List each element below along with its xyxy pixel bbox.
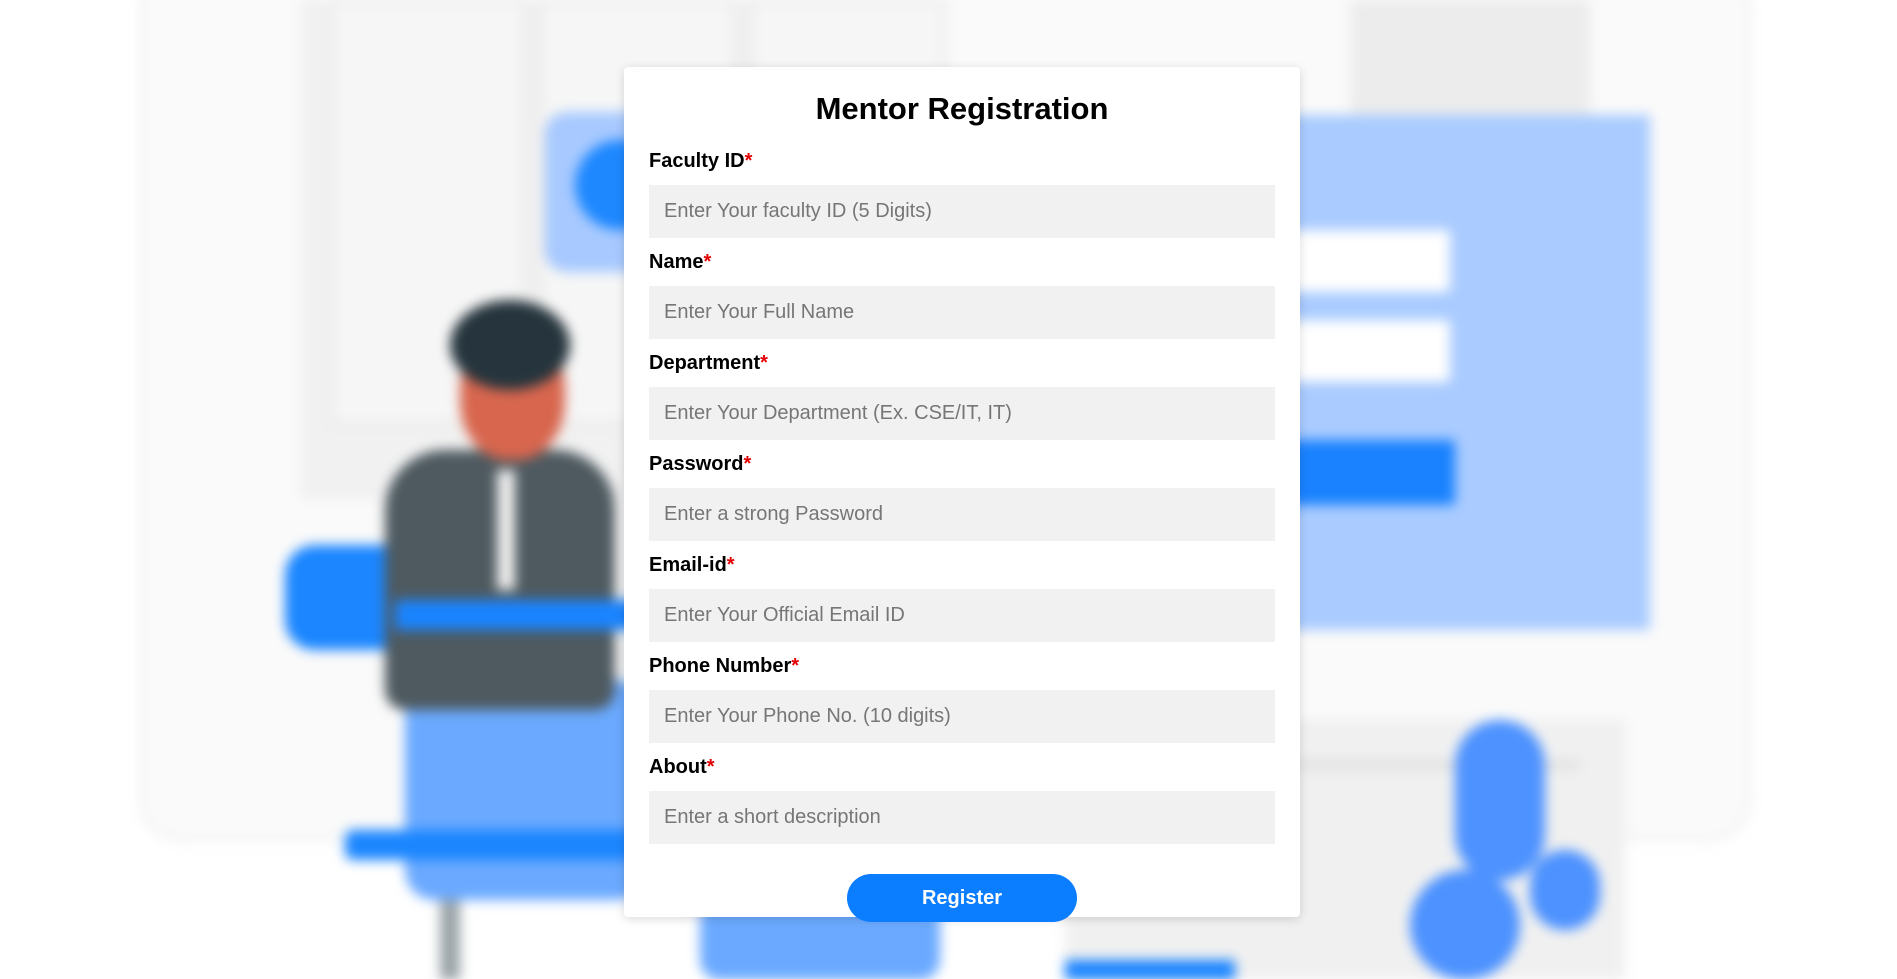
name-field: Name*: [649, 251, 1275, 339]
department-field: Department*: [649, 352, 1275, 440]
faculty-id-label: Faculty ID*: [649, 150, 753, 172]
password-input[interactable]: [649, 488, 1275, 541]
phone-field: Phone Number*: [649, 655, 1275, 743]
about-input[interactable]: [649, 791, 1275, 844]
faculty-id-input[interactable]: [649, 185, 1275, 238]
mentor-registration-form: Mentor Registration Faculty ID* Name* De…: [624, 67, 1300, 922]
phone-label: Phone Number*: [649, 655, 800, 677]
register-button[interactable]: Register: [847, 874, 1077, 922]
password-field: Password*: [649, 453, 1275, 541]
about-field: About*: [649, 756, 1275, 844]
password-label: Password*: [649, 453, 752, 475]
required-marker: *: [791, 655, 800, 677]
required-marker: *: [703, 251, 712, 273]
required-marker: *: [760, 352, 768, 374]
faculty-id-field: Faculty ID*: [649, 150, 1275, 238]
page: Mentor Registration Faculty ID* Name* De…: [0, 0, 1897, 979]
required-marker: *: [726, 554, 735, 576]
about-label: About*: [649, 756, 715, 778]
submit-row: Register: [649, 874, 1275, 922]
email-field: Email-id*: [649, 554, 1275, 642]
name-input[interactable]: [649, 286, 1275, 339]
email-label: Email-id*: [649, 554, 735, 576]
form-title: Mentor Registration: [815, 91, 1109, 126]
phone-input[interactable]: [649, 690, 1275, 743]
email-input[interactable]: [649, 589, 1275, 642]
department-input[interactable]: [649, 387, 1275, 440]
required-marker: *: [744, 150, 753, 172]
required-marker: *: [743, 453, 752, 475]
required-marker: *: [706, 756, 715, 778]
department-label: Department*: [649, 352, 768, 374]
name-label: Name*: [649, 251, 712, 273]
